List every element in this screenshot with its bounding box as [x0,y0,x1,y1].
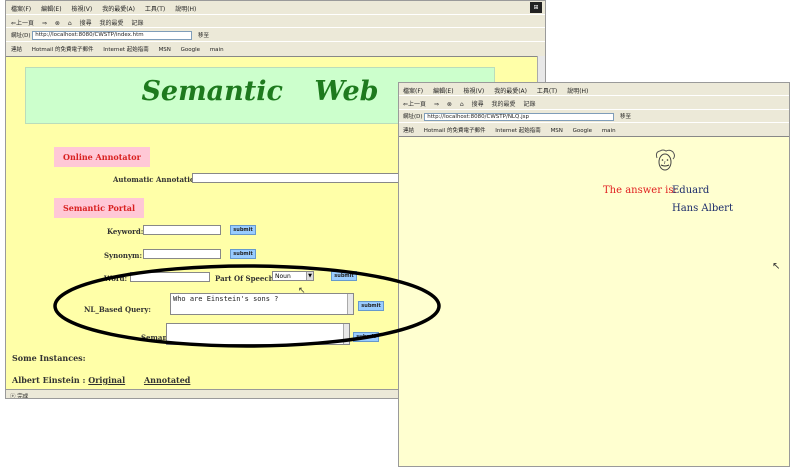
answer-label: The answer is: [603,185,677,196]
menu-edit[interactable]: 編輯(E) [41,6,61,13]
menu-tools[interactable]: 工具(T) [537,88,557,95]
go-button[interactable]: 移至 [198,33,209,39]
front-browser-window: 檔案(F) 編輯(E) 檢視(V) 我的最愛(A) 工具(T) 說明(H) ⇐上… [398,82,790,467]
ie-icon: ⓔ [10,394,16,399]
history-button[interactable]: 記錄 [523,101,535,108]
link-google[interactable]: Google [573,128,592,134]
menu-file[interactable]: 檔案(F) [11,6,31,13]
synonym-input[interactable] [143,249,221,259]
menu-help[interactable]: 說明(H) [567,88,588,95]
menu-tools[interactable]: 工具(T) [145,6,165,13]
front-menubar: 檔案(F) 編輯(E) 檢視(V) 我的最愛(A) 工具(T) 說明(H) [399,83,789,95]
link-hotmail[interactable]: Hotmail 的免費電子郵件 [32,47,94,53]
keyword-label: Keyword: [107,227,144,236]
front-links-bar: 連結 Hotmail 的免費電子郵件 Internet 起始指南 MSN Goo… [399,122,789,135]
nl-query-text: Who are Einstein's sons ? [173,295,279,303]
front-page-content: The answer is: Eduard Hans Albert ↖ [399,136,789,466]
menu-favorites[interactable]: 我的最愛(A) [494,88,527,95]
word-label: Word: [104,274,128,283]
stop-button[interactable]: ⊗ [447,101,452,108]
front-address-bar: 網址(D) http://localhost:8080/CWSTP/NLQ.js… [399,109,789,122]
stop-button[interactable]: ⊗ [55,20,60,27]
keyword-input[interactable] [143,225,221,235]
menu-view[interactable]: 檢視(V) [463,88,484,95]
back-menubar: 檔案(F) 編輯(E) 檢視(V) 我的最愛(A) 工具(T) 說明(H) [6,1,545,14]
menu-view[interactable]: 檢視(V) [71,6,92,13]
home-button[interactable]: ⌂ [68,20,72,27]
nl-query-label: NL_Based Query: [84,305,151,314]
synonym-label: Synonym: [104,251,143,260]
automatic-annotation-label: Automatic Annotation: [113,175,203,184]
address-input[interactable]: http://localhost:8080/CWSTP/index.htm [32,31,193,40]
semantic-portal-label: Semantic Portal [54,198,144,218]
annotated-link[interactable]: Annotated [144,375,190,385]
textarea-scrollbar[interactable] [347,294,353,314]
word-submit-button[interactable]: submit [331,271,357,281]
link-internet-guide[interactable]: Internet 起始指南 [103,47,149,53]
textarea-scrollbar[interactable] [343,324,349,344]
mouse-cursor-icon: ↖ [772,261,781,272]
links-label: 連結 [403,128,415,134]
word-input[interactable] [130,272,210,282]
semantic-submit-button[interactable]: submit [353,332,379,342]
link-msn[interactable]: MSN [551,128,563,134]
einstein-portrait-icon [655,149,675,171]
address-input[interactable]: http://localhost:8080/CWSTP/NLQ.jsp [424,112,615,121]
back-address-bar: 網址(D) http://localhost:8080/CWSTP/index.… [6,27,545,41]
front-toolbar: ⇐上一頁 ⇒ ⊗ ⌂ 搜尋 我的最愛 記錄 [399,95,789,109]
part-of-speech-value: Noun [275,273,291,280]
menu-file[interactable]: 檔案(F) [403,88,423,95]
go-button[interactable]: 移至 [620,114,631,120]
link-hotmail[interactable]: Hotmail 的免費電子郵件 [424,128,486,134]
address-label: 網址(D) [403,114,423,120]
some-instances-label: Some Instances: [12,353,86,363]
link-google[interactable]: Google [181,47,200,53]
favorites-button[interactable]: 我的最愛 [492,101,516,108]
synonym-submit-button[interactable]: submit [230,249,256,259]
search-button[interactable]: 搜尋 [80,20,92,27]
menu-help[interactable]: 說明(H) [175,6,196,13]
status-text: 完成 [17,394,29,399]
instance-name: Albert Einstein : [12,375,89,385]
link-msn[interactable]: MSN [159,47,171,53]
chevron-down-icon[interactable]: ▼ [306,272,313,280]
back-button[interactable]: ⇐上一頁 [11,20,34,27]
link-main[interactable]: main [602,128,616,134]
forward-button[interactable]: ⇒ [42,20,47,27]
online-annotator-label: Online Annotator [54,147,150,167]
back-toolbar: ⇐上一頁 ⇒ ⊗ ⌂ 搜尋 我的最愛 記錄 [6,14,545,27]
forward-button[interactable]: ⇒ [434,101,439,108]
semantic-textarea[interactable] [166,323,350,345]
back-button[interactable]: ⇐上一頁 [403,101,426,108]
search-button[interactable]: 搜尋 [472,101,484,108]
back-links-bar: 連結 Hotmail 的免費電子郵件 Internet 起始指南 MSN Goo… [6,41,545,54]
link-main[interactable]: main [210,47,224,53]
link-internet-guide[interactable]: Internet 起始指南 [495,128,541,134]
answer-item: Hans Albert [672,203,733,214]
favorites-button[interactable]: 我的最愛 [100,20,124,27]
history-button[interactable]: 記錄 [131,20,143,27]
original-link[interactable]: Original [88,375,125,385]
menu-favorites[interactable]: 我的最愛(A) [102,6,135,13]
home-button[interactable]: ⌂ [460,101,464,108]
windows-logo-icon: ⊞ [530,2,542,13]
nl-query-submit-button[interactable]: submit [358,301,384,311]
links-label: 連結 [11,47,23,53]
nl-query-textarea[interactable]: Who are Einstein's sons ? [170,293,354,315]
keyword-submit-button[interactable]: submit [230,225,256,235]
address-label: 網址(D) [11,33,31,39]
part-of-speech-select[interactable]: Noun ▼ [272,271,314,281]
instance-row: Albert Einstein : Original Annotated [12,375,190,385]
answer-item: Eduard [672,185,710,196]
part-of-speech-label: Part Of Speech: [215,274,277,283]
menu-edit[interactable]: 編輯(E) [433,88,453,95]
